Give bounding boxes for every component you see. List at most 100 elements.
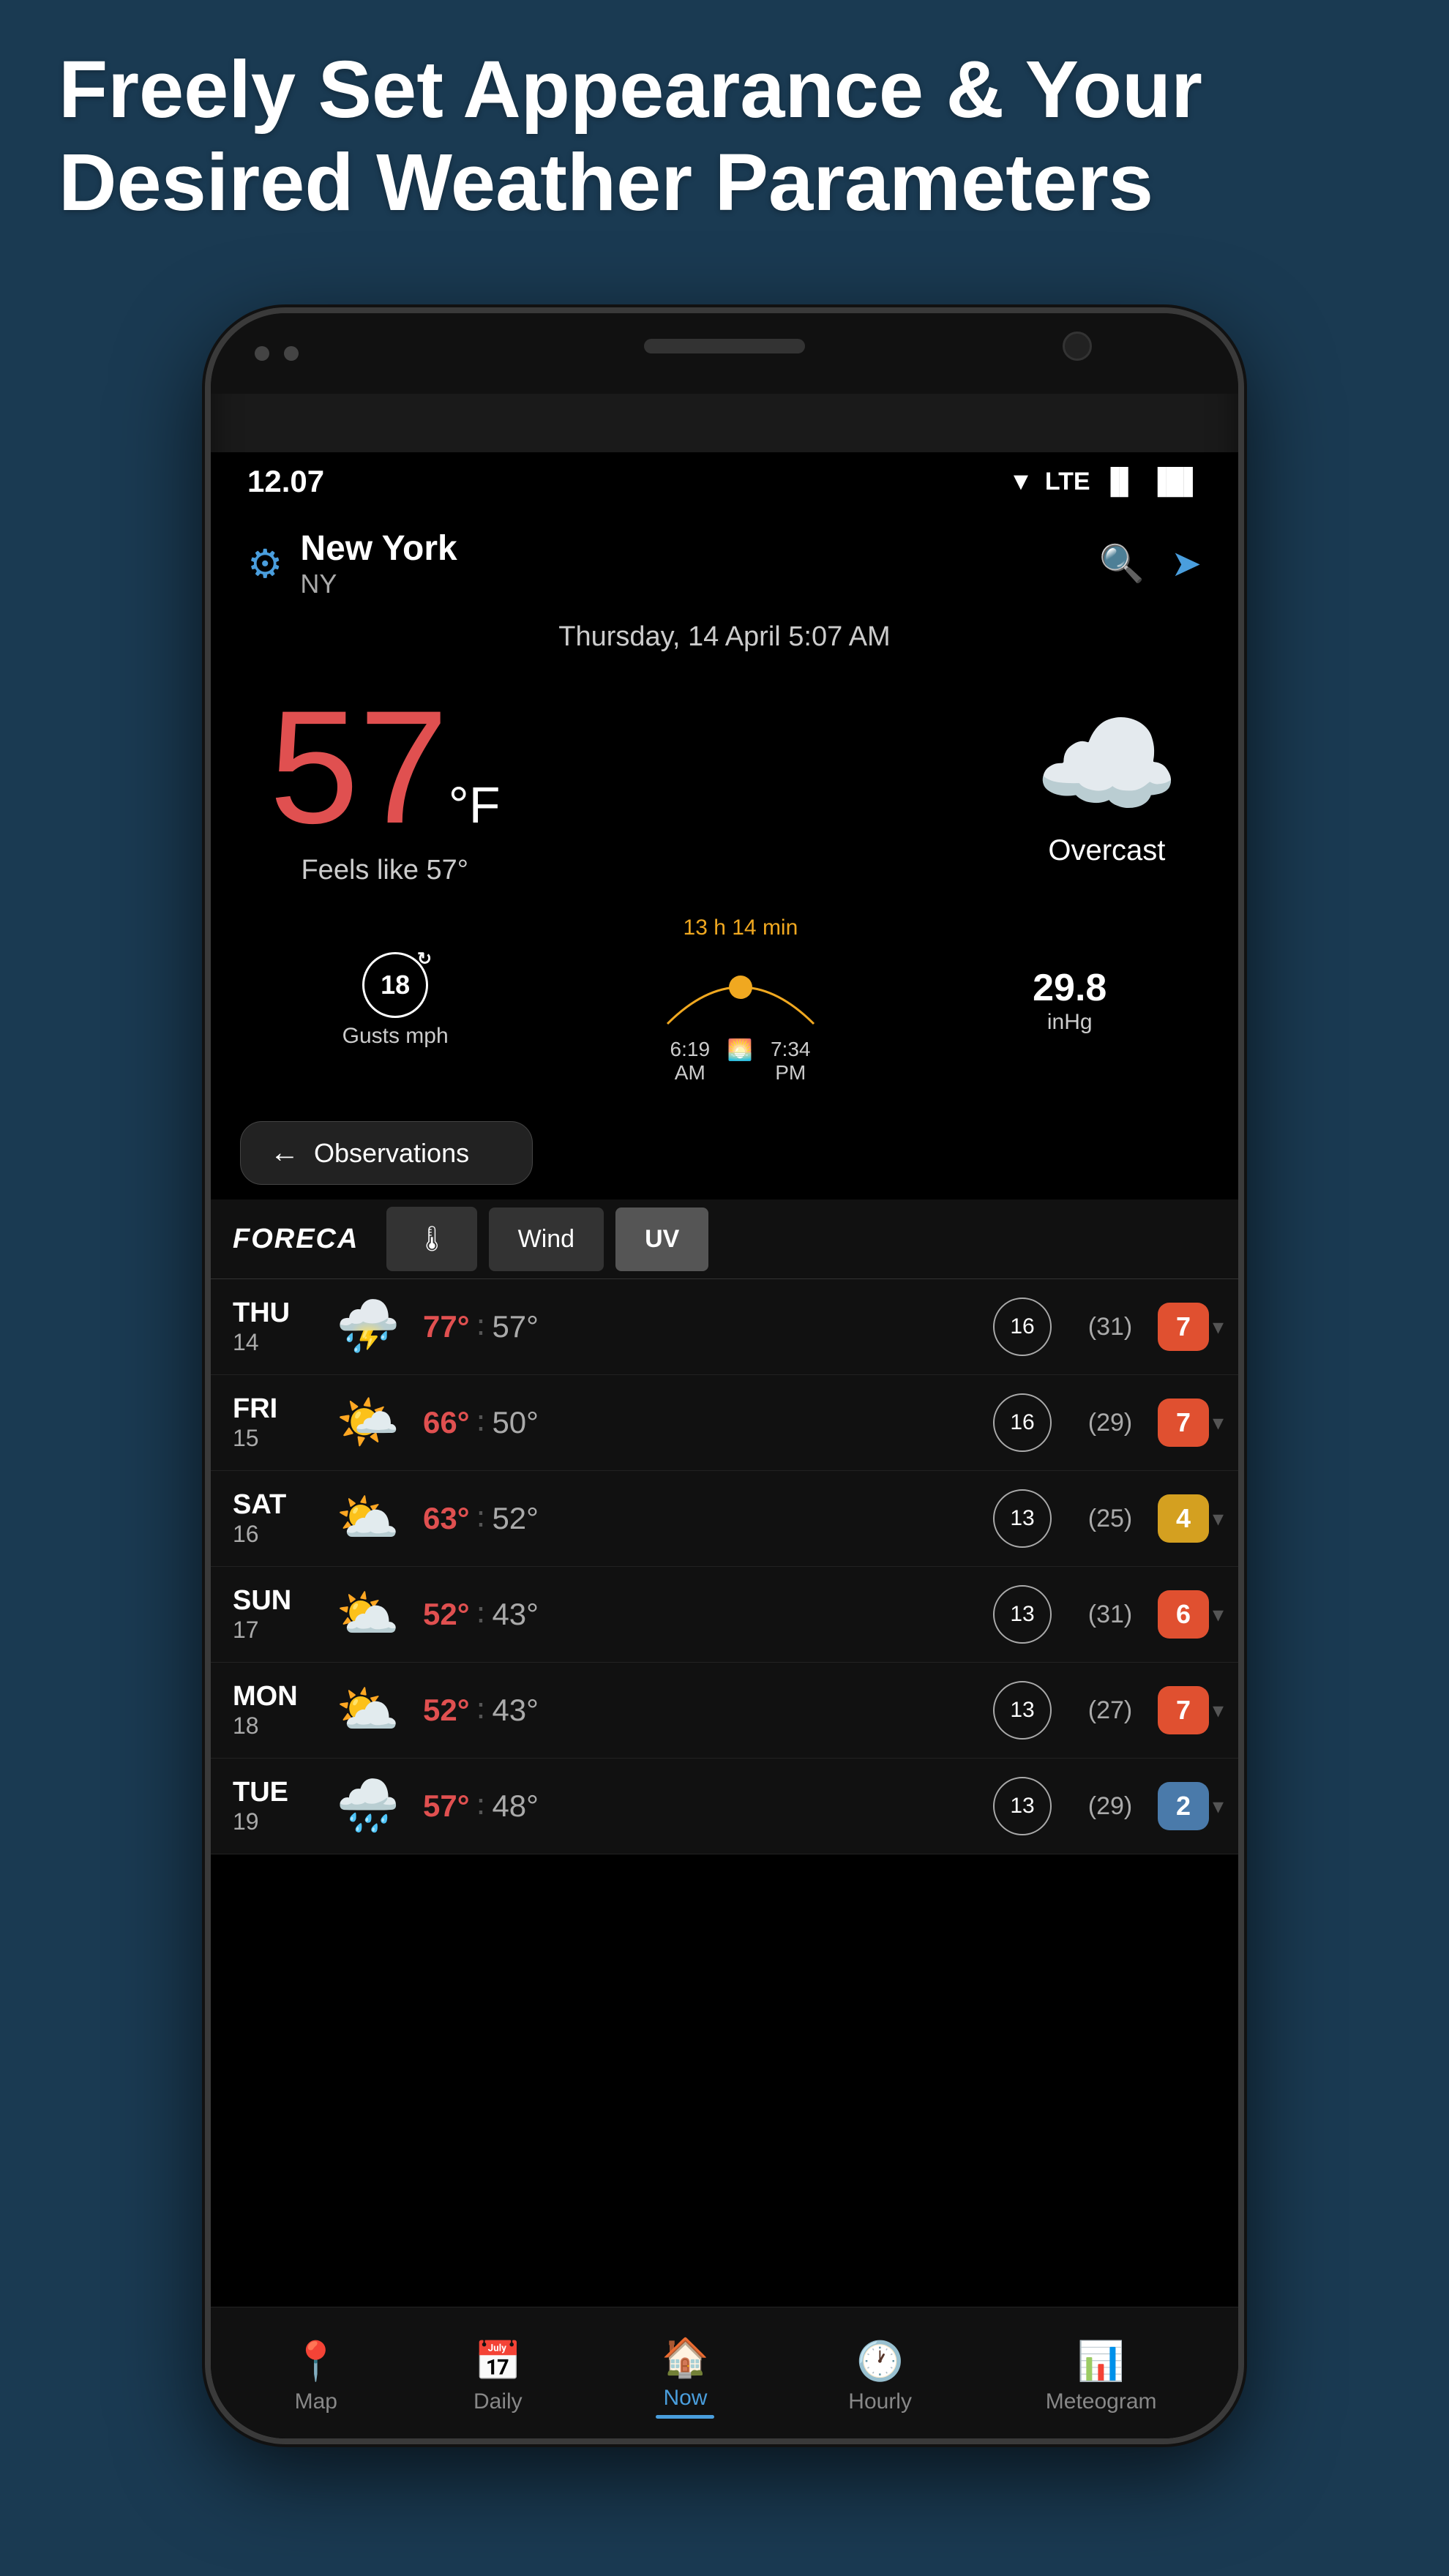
weather-icon-section: ☁️ Overcast bbox=[1034, 705, 1180, 867]
icon-sat: ⛅ bbox=[328, 1489, 408, 1549]
tab-temperature[interactable]: 🌡 bbox=[386, 1207, 476, 1271]
nav-now[interactable]: 🏠 Now bbox=[656, 2335, 714, 2419]
wind-tue: 13 bbox=[975, 1777, 1070, 1835]
chevron-down-icon: ▾ bbox=[1213, 1506, 1224, 1532]
app-header-right: 🔍 ➤ bbox=[1099, 542, 1202, 585]
meteogram-icon: 📊 bbox=[1046, 2339, 1157, 2384]
wind-thu: 16 bbox=[975, 1298, 1070, 1356]
observations-label: Observations bbox=[314, 1138, 469, 1169]
bottom-stats: 18 ↻ Gusts mph 13 h 14 min 6:19 AM 🌅 7:3… bbox=[211, 901, 1238, 1107]
chevron-down-icon: ▾ bbox=[1213, 1794, 1224, 1819]
status-bar: 12.07 ▼ LTE ▐▌ ▐█▌ bbox=[211, 452, 1238, 511]
active-indicator bbox=[656, 2415, 714, 2419]
forecast-row-fri[interactable]: FRI 15 🌤️ 66° ∶ 50° 16 (29) 7 ▾ bbox=[211, 1375, 1238, 1471]
status-time: 12.07 bbox=[247, 464, 324, 499]
day-sat: SAT 16 bbox=[233, 1489, 328, 1548]
sunrise-time: 6:19 AM bbox=[653, 1038, 727, 1085]
icon-tue: 🌧️ bbox=[328, 1776, 408, 1836]
main-weather: 57°F Feels like 57° ☁️ Overcast bbox=[211, 664, 1238, 901]
tab-wind[interactable]: Wind bbox=[489, 1208, 604, 1271]
phone-top-decor bbox=[211, 313, 1238, 394]
nav-hourly[interactable]: 🕐 Hourly bbox=[848, 2339, 912, 2414]
wind-fri: 16 bbox=[975, 1393, 1070, 1452]
search-icon[interactable]: 🔍 bbox=[1099, 542, 1145, 585]
wind-gust-thu: (31) bbox=[1070, 1313, 1150, 1341]
phone-dots bbox=[255, 346, 299, 361]
nav-daily-label: Daily bbox=[473, 2389, 523, 2414]
pressure-unit: inHg bbox=[1033, 1010, 1107, 1035]
battery-icon: ▐█▌ bbox=[1149, 468, 1202, 496]
now-icon: 🏠 bbox=[656, 2335, 714, 2380]
forecast-row-sat[interactable]: SAT 16 ⛅ 63° ∶ 52° 13 (25) 4 ▾ bbox=[211, 1471, 1238, 1567]
foreca-brand: FORECA bbox=[233, 1224, 359, 1255]
day-sun: SUN 17 bbox=[233, 1585, 328, 1644]
gear-icon[interactable]: ⚙ bbox=[247, 541, 282, 587]
icon-fri: 🌤️ bbox=[328, 1393, 408, 1453]
temps-tue: 57° ∶ 48° bbox=[423, 1789, 975, 1824]
nav-map-label: Map bbox=[292, 2389, 340, 2414]
icon-mon: ⛅ bbox=[328, 1680, 408, 1740]
pressure-stat: 29.8 inHg bbox=[1033, 966, 1107, 1035]
sun-arc-svg bbox=[653, 943, 828, 1031]
tab-uv[interactable]: UV bbox=[615, 1208, 708, 1271]
daily-icon: 📅 bbox=[473, 2339, 523, 2384]
wind-sat: 13 bbox=[975, 1489, 1070, 1548]
status-icons: ▼ LTE ▐▌ ▐█▌ bbox=[1008, 468, 1202, 496]
hourly-icon: 🕐 bbox=[848, 2339, 912, 2384]
chevron-down-icon: ▾ bbox=[1213, 1410, 1224, 1436]
uv-fri: 7 bbox=[1150, 1399, 1216, 1447]
forecast-row-mon[interactable]: MON 18 ⛅ 52° ∶ 43° 13 (27) 7 ▾ bbox=[211, 1663, 1238, 1759]
forecast-row-tue[interactable]: TUE 19 🌧️ 57° ∶ 48° 13 (29) 2 ▾ bbox=[211, 1759, 1238, 1854]
obs-bar: ← Observations bbox=[211, 1107, 1238, 1199]
page-header: Freely Set Appearance & Your Desired Wea… bbox=[59, 44, 1390, 229]
temps-mon: 52° ∶ 43° bbox=[423, 1693, 975, 1729]
nav-meteogram[interactable]: 📊 Meteogram bbox=[1046, 2339, 1157, 2414]
uv-tue: 2 bbox=[1150, 1782, 1216, 1830]
nav-now-label: Now bbox=[656, 2386, 714, 2411]
wind-gust-fri: (29) bbox=[1070, 1409, 1150, 1437]
phone-frame: 12.07 ▼ LTE ▐▌ ▐█▌ ⚙ New York NY 🔍 ➤ bbox=[205, 307, 1244, 2444]
day-tue: TUE 19 bbox=[233, 1777, 328, 1835]
gusts-value: 18 bbox=[381, 970, 410, 1000]
day-mon: MON 18 bbox=[233, 1681, 328, 1740]
uv-sun: 6 bbox=[1150, 1590, 1216, 1639]
date-bar: Thursday, 14 April 5:07 AM bbox=[211, 614, 1238, 664]
phone-dot-2 bbox=[284, 346, 299, 361]
temp-value: 57 bbox=[269, 677, 449, 857]
wind-gust-sat: (25) bbox=[1070, 1505, 1150, 1533]
temps-fri: 66° ∶ 50° bbox=[423, 1405, 975, 1441]
gusts-stat: 18 ↻ Gusts mph bbox=[342, 952, 449, 1049]
nav-meteogram-label: Meteogram bbox=[1046, 2389, 1157, 2414]
back-arrow-icon: ← bbox=[270, 1137, 299, 1169]
temps-sat: 63° ∶ 52° bbox=[423, 1501, 975, 1537]
icon-sun: ⛅ bbox=[328, 1584, 408, 1644]
app-header: ⚙ New York NY 🔍 ➤ bbox=[211, 511, 1238, 614]
navigation-icon[interactable]: ➤ bbox=[1171, 542, 1202, 585]
sunset-time: 7:34 PM bbox=[753, 1038, 828, 1085]
sun-duration: 13 h 14 min bbox=[653, 916, 828, 940]
weather-icon: ☁️ bbox=[1034, 705, 1180, 823]
lte-label: LTE bbox=[1045, 468, 1090, 496]
icon-thu: ⛈️ bbox=[328, 1297, 408, 1357]
temps-thu: 77° ∶ 57° bbox=[423, 1309, 975, 1345]
day-fri: FRI 15 bbox=[233, 1393, 328, 1452]
weather-description: Overcast bbox=[1034, 834, 1180, 867]
phone-speaker bbox=[644, 339, 805, 353]
temp-unit: °F bbox=[449, 776, 501, 834]
forecast-list: THU 14 ⛈️ 77° ∶ 57° 16 (31) 7 ▾ bbox=[211, 1279, 1238, 1854]
nav-map[interactable]: 📍 Map bbox=[292, 2339, 340, 2414]
chevron-down-icon: ▾ bbox=[1213, 1602, 1224, 1628]
temps-sun: 52° ∶ 43° bbox=[423, 1597, 975, 1633]
nav-daily[interactable]: 📅 Daily bbox=[473, 2339, 523, 2414]
phone-camera bbox=[1063, 332, 1092, 361]
observations-button[interactable]: ← Observations bbox=[240, 1121, 533, 1185]
pressure-value: 29.8 bbox=[1033, 966, 1107, 1010]
forecast-row-thu[interactable]: THU 14 ⛈️ 77° ∶ 57° 16 (31) 7 ▾ bbox=[211, 1279, 1238, 1375]
forecast-row-sun[interactable]: SUN 17 ⛅ 52° ∶ 43° 13 (31) 6 ▾ bbox=[211, 1567, 1238, 1663]
gusts-circle: 18 ↻ bbox=[362, 952, 428, 1018]
wind-mon: 13 bbox=[975, 1681, 1070, 1740]
chevron-down-icon: ▾ bbox=[1213, 1698, 1224, 1723]
uv-thu: 7 bbox=[1150, 1303, 1216, 1351]
chevron-down-icon: ▾ bbox=[1213, 1314, 1224, 1340]
phone-body: 12.07 ▼ LTE ▐▌ ▐█▌ ⚙ New York NY 🔍 ➤ bbox=[211, 452, 1238, 2438]
